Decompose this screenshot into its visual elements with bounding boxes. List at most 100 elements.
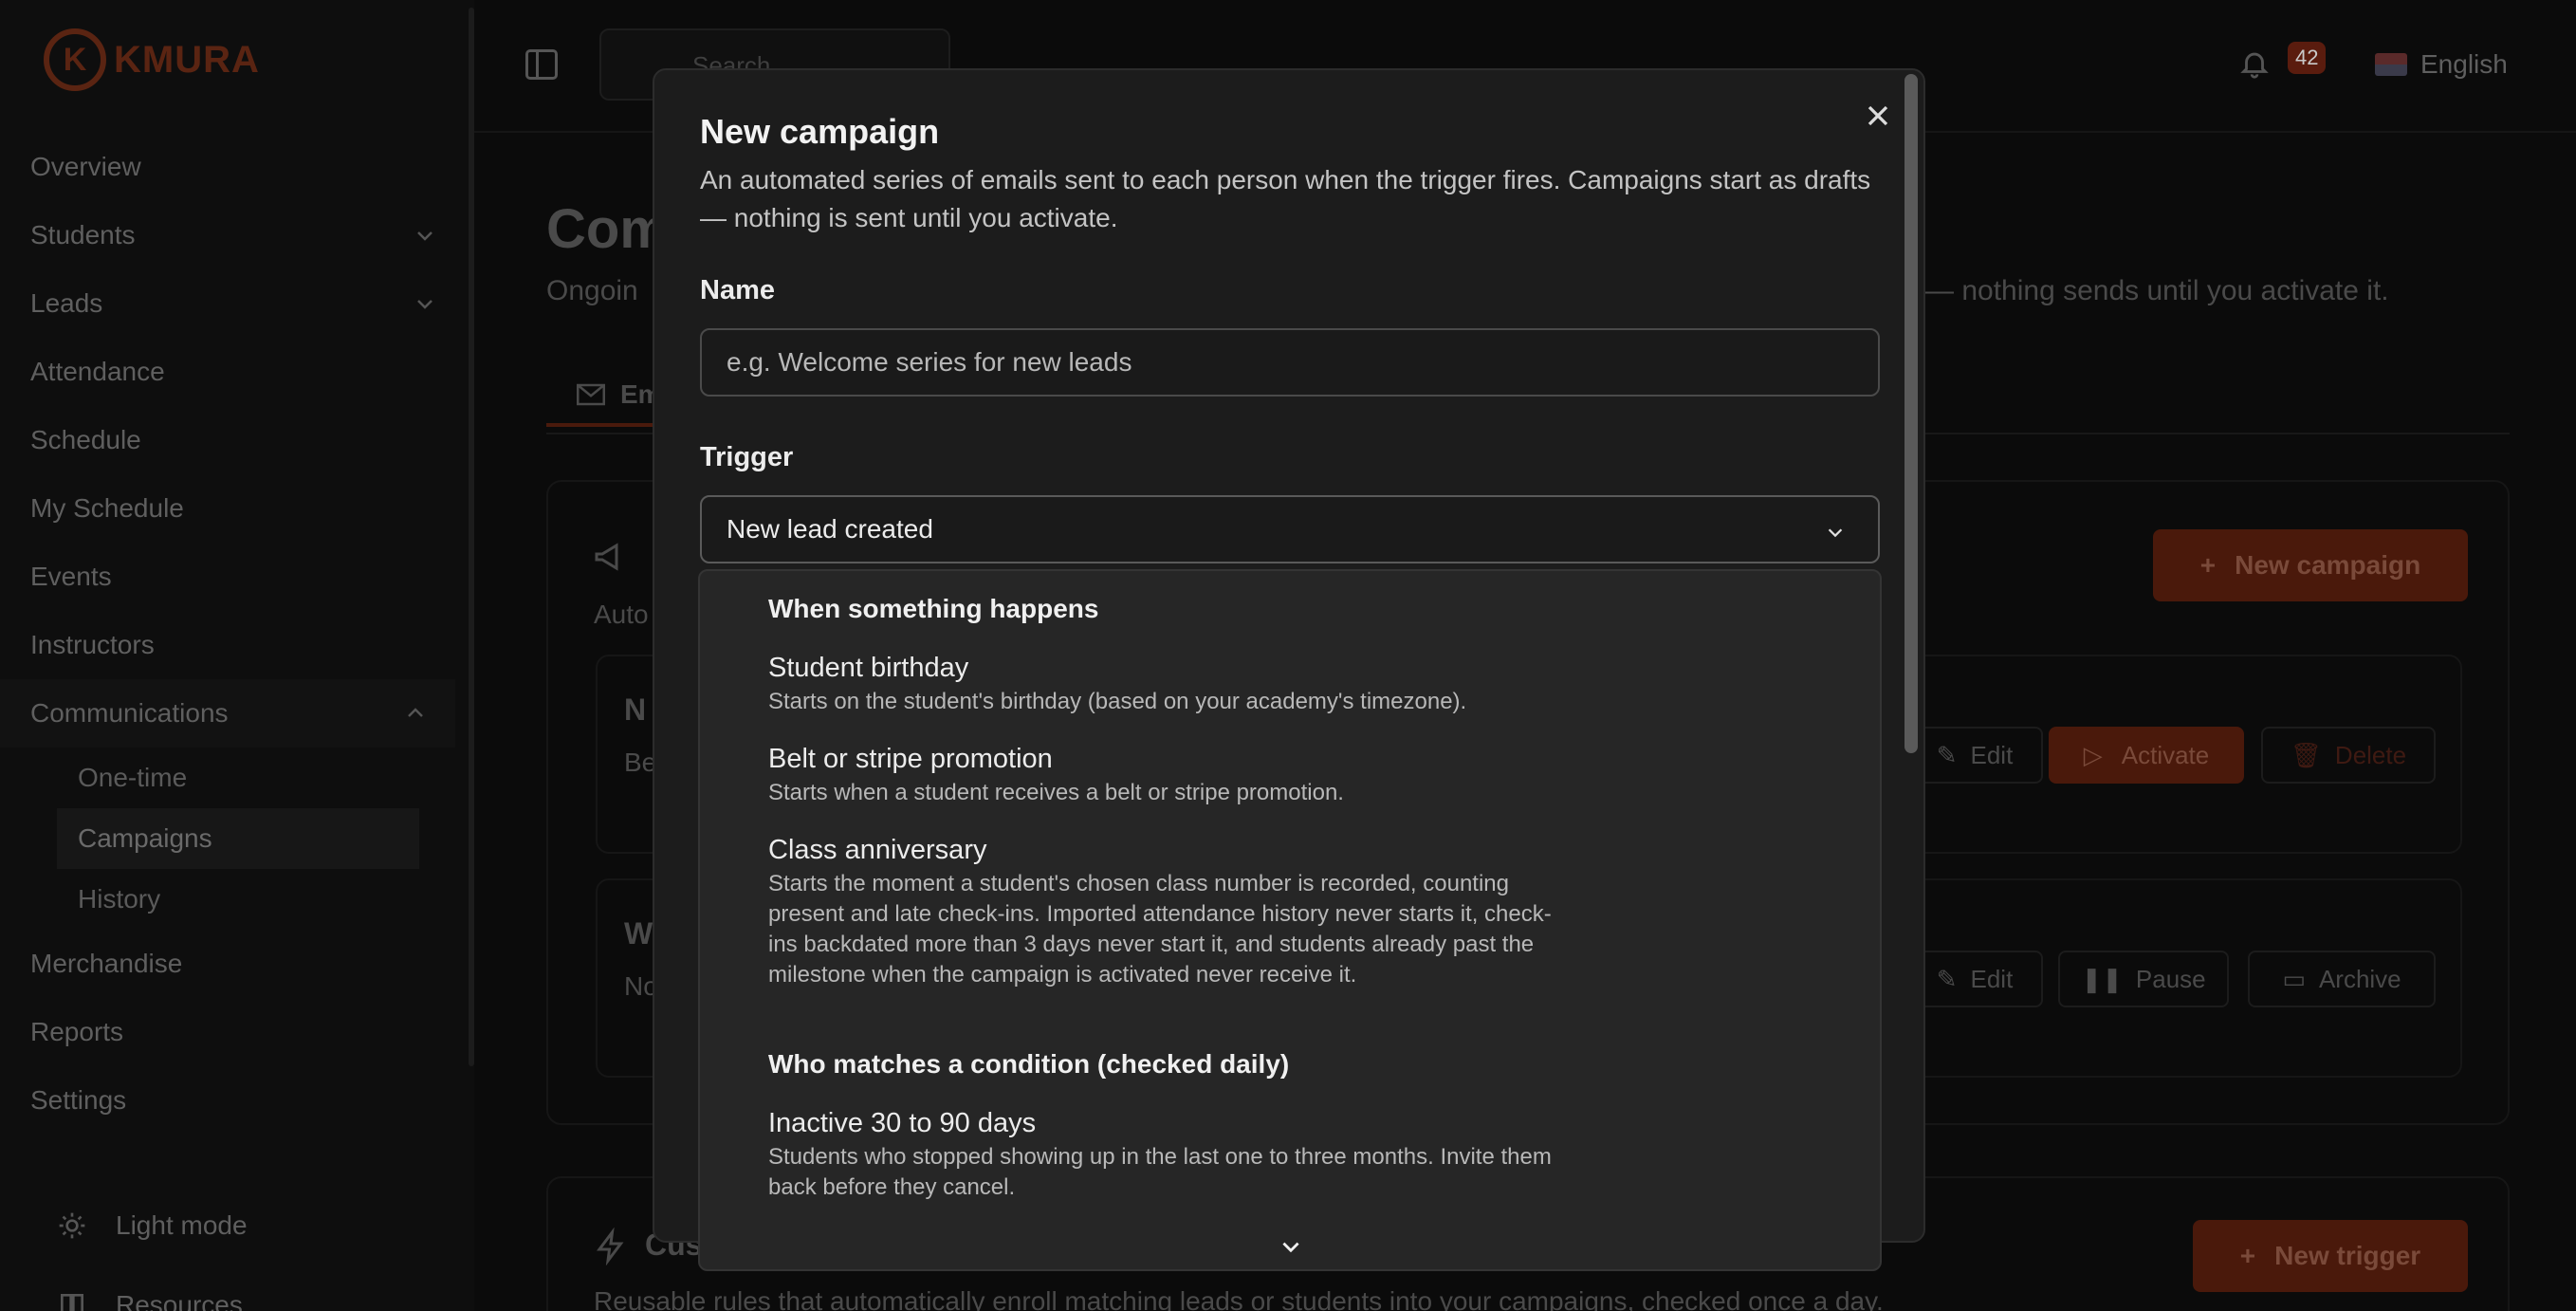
play-icon: ▷	[2083, 740, 2103, 769]
delete-button[interactable]: 🗑 Delete	[2261, 727, 2436, 784]
campaign-row-title: N	[624, 692, 647, 727]
edit-button[interactable]: ✎ Edit	[1906, 951, 2043, 1007]
archive-label: Archive	[2318, 964, 2401, 993]
sidebar-item-overview[interactable]: Overview	[0, 133, 465, 201]
trigger-select-value: New lead created	[727, 514, 933, 544]
sidebar-item-my-schedule[interactable]: My Schedule	[0, 474, 465, 543]
trigger-dropdown-list: When something happens Student birthday …	[698, 569, 1882, 1271]
resources-label: Resources	[116, 1290, 243, 1311]
sidebar-item-label: Communications	[30, 698, 229, 728]
pause-icon: ❚❚	[2081, 964, 2123, 993]
chevron-up-icon	[408, 708, 423, 717]
sidebar-toggle-icon[interactable]	[525, 49, 558, 80]
sidebar-item-label: Reports	[30, 1017, 124, 1046]
language-label: English	[2420, 49, 2508, 79]
sidebar-item-events[interactable]: Events	[0, 543, 465, 611]
logo-mark-icon: K	[44, 28, 106, 91]
pause-button[interactable]: ❚❚ Pause	[2058, 951, 2229, 1007]
sidebar-subitem-label: One-time	[78, 763, 188, 792]
sidebar-item-students[interactable]: Students	[0, 201, 465, 269]
sidebar-item-communications[interactable]: Communications	[0, 679, 455, 748]
sidebar-item-label: Overview	[30, 152, 141, 181]
pencil-icon: ✎	[1936, 740, 1958, 769]
sidebar-item-schedule[interactable]: Schedule	[0, 406, 465, 474]
campaign-row-title: W	[624, 916, 653, 951]
sidebar-item-merchandise[interactable]: Merchandise	[0, 930, 465, 998]
sidebar-subitem-campaigns[interactable]: Campaigns	[57, 808, 419, 869]
name-label: Name	[700, 275, 775, 305]
sidebar-item-label: Schedule	[30, 425, 141, 454]
resources-link[interactable]: Resources	[57, 1290, 243, 1311]
trigger-select[interactable]: New lead created	[700, 495, 1880, 563]
activate-label: Activate	[2121, 740, 2210, 769]
sidebar-item-reports[interactable]: Reports	[0, 998, 465, 1066]
dropdown-group-header: Who matches a condition (checked daily)	[768, 1049, 1290, 1079]
sidebar-subitem-one-time[interactable]: One-time	[0, 748, 465, 808]
option-description: Students who stopped showing up in the l…	[768, 1144, 1552, 1200]
book-icon	[61, 1294, 83, 1311]
sidebar-item-label: Events	[30, 562, 112, 591]
megaphone-icon	[595, 543, 618, 571]
light-mode-toggle[interactable]: Light mode	[57, 1210, 248, 1241]
page-title: Com	[546, 198, 669, 260]
option-title: Belt or stripe promotion	[768, 744, 1053, 774]
sidebar-item-label: Attendance	[30, 357, 165, 386]
trash-icon: 🗑	[2290, 740, 2322, 769]
logo-text: KMURA	[114, 38, 260, 81]
scroll-down-icon[interactable]	[1279, 1237, 1303, 1258]
bell-icon[interactable]	[2238, 46, 2271, 82]
sidebar-item-label: Settings	[30, 1085, 127, 1115]
notification-badge: 42	[2288, 42, 2327, 74]
sidebar-item-settings[interactable]: Settings	[0, 1066, 465, 1135]
edit-label: Edit	[1970, 964, 2014, 993]
sidebar-item-label: My Schedule	[30, 493, 184, 523]
trigger-label: Trigger	[700, 442, 794, 472]
close-icon[interactable]	[1861, 99, 1895, 133]
mail-icon	[577, 383, 605, 406]
option-title: Inactive 30 to 90 days	[768, 1108, 1037, 1138]
archive-icon: ▭	[2282, 964, 2306, 993]
sidebar: K KMURA Overview Students Leads Attendan…	[0, 0, 474, 1311]
sidebar-item-leads[interactable]: Leads	[0, 269, 465, 338]
sidebar-item-label: Leads	[30, 288, 103, 318]
dialog-description: An automated series of emails sent to ea…	[700, 165, 1871, 232]
sidebar-subitem-label: Campaigns	[78, 823, 212, 853]
edit-button[interactable]: ✎ Edit	[1906, 727, 2043, 784]
lightning-icon	[597, 1228, 624, 1265]
option-description: Starts on the student's birthday (based …	[768, 689, 1467, 714]
new-trigger-label: New trigger	[2274, 1241, 2421, 1270]
option-title: Class anniversary	[768, 835, 987, 865]
sidebar-item-label: Instructors	[30, 630, 155, 659]
dropdown-group-header: When something happens	[768, 594, 1099, 623]
name-input[interactable]	[700, 328, 1880, 397]
plus-icon: +	[2199, 550, 2217, 580]
logo[interactable]: K KMURA	[44, 28, 260, 91]
new-campaign-button[interactable]: + New campaign	[2153, 529, 2468, 601]
sidebar-subitem-history[interactable]: History	[0, 869, 465, 930]
sidebar-item-instructors[interactable]: Instructors	[0, 611, 465, 679]
archive-button[interactable]: ▭ Archive	[2248, 951, 2436, 1007]
plus-icon: +	[2239, 1241, 2256, 1270]
pencil-icon: ✎	[1936, 964, 1958, 993]
activate-button[interactable]: ▷ Activate	[2049, 727, 2244, 784]
sidebar-item-label: Merchandise	[30, 949, 183, 978]
delete-label: Delete	[2334, 740, 2407, 769]
sidebar-item-label: Students	[30, 220, 136, 249]
new-trigger-button[interactable]: + New trigger	[2193, 1220, 2468, 1292]
campaigns-card-subtitle: Auto	[594, 600, 649, 629]
page-subtitle-end: — nothing sends until you activate it.	[1925, 275, 2389, 306]
chevron-down-icon	[417, 231, 432, 241]
triggers-card-subtitle: Reusable rules that automatically enroll…	[594, 1286, 1884, 1311]
edit-label: Edit	[1970, 740, 2014, 769]
sidebar-nav: Overview Students Leads Attendance Sched…	[0, 133, 465, 1135]
sidebar-subitem-label: History	[78, 884, 161, 914]
option-title: Student birthday	[768, 653, 969, 683]
light-mode-label: Light mode	[116, 1210, 248, 1240]
new-campaign-label: New campaign	[2235, 550, 2421, 580]
sidebar-item-attendance[interactable]: Attendance	[0, 338, 465, 406]
sun-icon	[59, 1212, 85, 1239]
dialog-scrollbar[interactable]	[1904, 74, 1918, 753]
language-selector[interactable]: English	[2375, 49, 2508, 80]
chevron-down-icon	[417, 300, 432, 309]
sidebar-scrollbar[interactable]	[469, 8, 474, 1066]
